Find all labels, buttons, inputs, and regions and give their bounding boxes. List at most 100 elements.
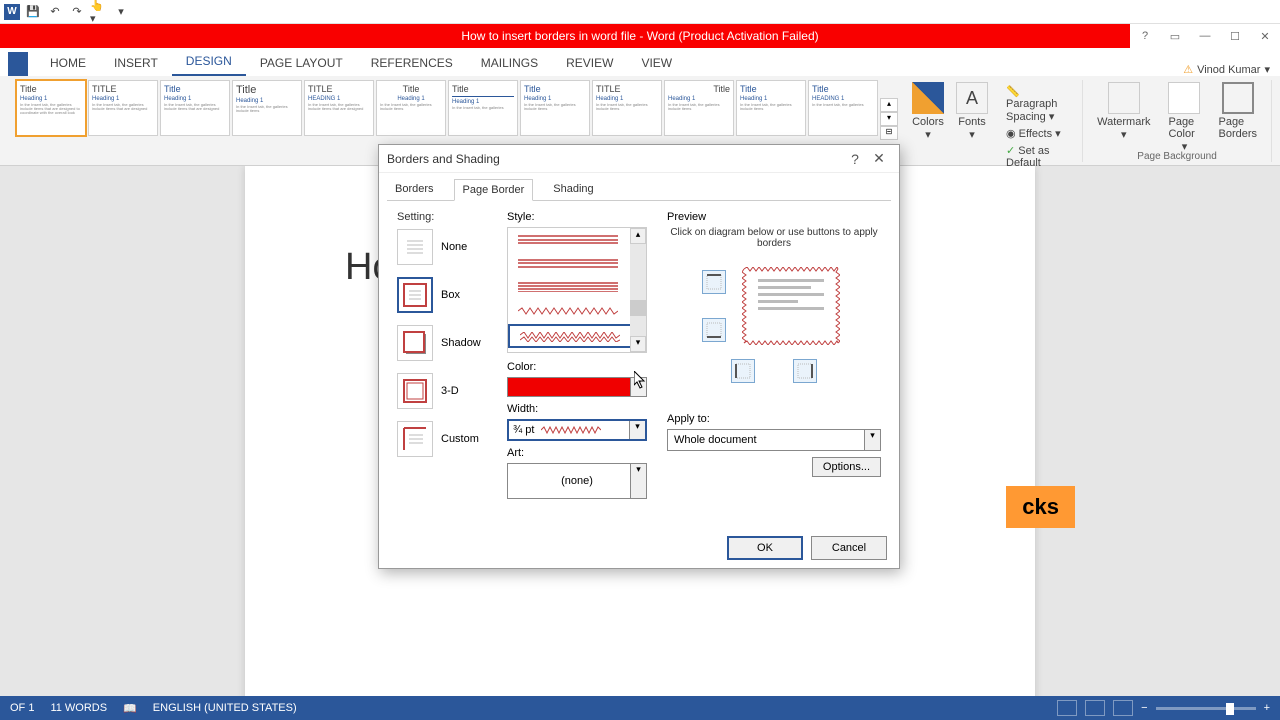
apply-to-dropdown[interactable]: Whole document▾ xyxy=(667,429,881,451)
tab-design[interactable]: DESIGN xyxy=(172,50,246,76)
tab-shading[interactable]: Shading xyxy=(545,179,601,201)
setting-3d[interactable]: 3-D xyxy=(397,373,497,409)
minimize-icon[interactable]: — xyxy=(1190,24,1220,48)
page-borders-button[interactable]: Page Borders xyxy=(1212,80,1263,155)
border-left-button[interactable] xyxy=(731,359,755,383)
window-title: How to insert borders in word file - Wor… xyxy=(461,29,818,43)
effects-button[interactable]: ◉ Effects ▾ xyxy=(1002,126,1074,141)
tab-review[interactable]: REVIEW xyxy=(552,52,627,76)
undo-icon[interactable]: ↶ xyxy=(46,3,64,21)
theme-item[interactable]: TitleHeading 1In the Insert tab, the gal… xyxy=(376,80,446,136)
theme-item[interactable]: TITLEHeading 1In the Insert tab, the gal… xyxy=(88,80,158,136)
ribbon-tabs: HOME INSERT DESIGN PAGE LAYOUT REFERENCE… xyxy=(0,48,1280,76)
theme-item[interactable]: TitleHeading 1In the Insert tab, the gal… xyxy=(160,80,230,136)
setting-box[interactable]: Box xyxy=(397,277,497,313)
width-label: Width: xyxy=(507,403,657,415)
dialog-tabs: Borders Page Border Shading xyxy=(379,173,899,201)
border-bottom-button[interactable] xyxy=(702,318,726,342)
colors-icon xyxy=(912,82,944,114)
tab-insert[interactable]: INSERT xyxy=(100,52,172,76)
chevron-down-icon: ▾ xyxy=(629,421,645,439)
dialog-help-icon[interactable]: ? xyxy=(843,151,867,167)
preview-diagram[interactable] xyxy=(736,261,846,351)
theme-item[interactable]: TitleHeading 1In the Insert tab, the gal… xyxy=(448,80,518,136)
redo-icon[interactable]: ↷ xyxy=(68,3,86,21)
tab-mailings[interactable]: MAILINGS xyxy=(467,52,552,76)
watermark-button[interactable]: Watermark▾ xyxy=(1091,80,1156,155)
width-dropdown[interactable]: ¾ pt ▾ xyxy=(507,419,647,441)
theme-item[interactable]: TITLEHeading 1In the Insert tab, the gal… xyxy=(592,80,662,136)
file-tab[interactable] xyxy=(8,52,28,76)
tab-page-border[interactable]: Page Border xyxy=(454,179,534,201)
options-button[interactable]: Options... xyxy=(812,457,881,477)
print-layout-icon[interactable] xyxy=(1085,700,1105,716)
border-right-button[interactable] xyxy=(793,359,817,383)
cancel-button[interactable]: Cancel xyxy=(811,536,887,560)
chevron-down-icon: ▾ xyxy=(630,378,646,396)
language-indicator[interactable]: ENGLISH (UNITED STATES) xyxy=(153,702,297,714)
tab-home[interactable]: HOME xyxy=(36,52,100,76)
tab-page-layout[interactable]: PAGE LAYOUT xyxy=(246,52,357,76)
design-options: 📏 Paragraph Spacing ▾ ◉ Effects ▾ ✓ Set … xyxy=(994,80,1082,161)
gallery-scroll[interactable]: ▴▾⊟ xyxy=(880,80,898,140)
art-dropdown[interactable]: (none)▾ xyxy=(507,463,647,499)
art-label: Art: xyxy=(507,447,657,459)
color-dropdown[interactable]: ▾ xyxy=(507,377,647,397)
maximize-icon[interactable]: ☐ xyxy=(1220,24,1250,48)
dialog-titlebar[interactable]: Borders and Shading ? ✕ xyxy=(379,145,899,173)
qat-customize-icon[interactable]: ▾ xyxy=(112,3,130,21)
touch-mode-icon[interactable]: 👆▾ xyxy=(90,3,108,21)
ok-button[interactable]: OK xyxy=(727,536,803,560)
themes-gallery[interactable]: TitleHeading 1In the Insert tab, the gal… xyxy=(16,80,898,140)
proofing-icon[interactable]: 📖 xyxy=(123,702,137,715)
paragraph-spacing-button[interactable]: 📏 Paragraph Spacing ▾ xyxy=(1002,84,1074,124)
close-icon[interactable]: ✕ xyxy=(1250,24,1280,48)
dialog-close-icon[interactable]: ✕ xyxy=(867,150,891,167)
theme-item[interactable]: TitleHeading 1In the Insert tab, the gal… xyxy=(16,80,86,136)
preview-hint: Click on diagram below or use buttons to… xyxy=(667,227,881,249)
scroll-down-icon[interactable]: ▾ xyxy=(630,336,646,352)
quick-access-toolbar: W 💾 ↶ ↷ 👆▾ ▾ xyxy=(0,0,1280,24)
colors-button[interactable]: Colors▾ xyxy=(906,80,950,161)
tab-borders[interactable]: Borders xyxy=(387,179,442,201)
style-listbox[interactable]: ▴▾ xyxy=(507,227,647,353)
theme-item[interactable]: TITLEHEADING 1In the Insert tab, the gal… xyxy=(304,80,374,136)
style-scrollbar[interactable]: ▴▾ xyxy=(630,228,646,352)
watermark-icon xyxy=(1108,82,1140,114)
dialog-title: Borders and Shading xyxy=(387,152,843,166)
zoom-slider[interactable] xyxy=(1156,707,1256,710)
word-app-icon[interactable]: W xyxy=(4,4,20,20)
read-mode-icon[interactable] xyxy=(1057,700,1077,716)
theme-item[interactable]: TitleHeading 1In the Insert tab, the gal… xyxy=(736,80,806,136)
borders-shading-dialog: Borders and Shading ? ✕ Borders Page Bor… xyxy=(378,144,900,569)
fonts-button[interactable]: A Fonts▾ xyxy=(950,80,994,161)
setting-none[interactable]: None xyxy=(397,229,497,265)
theme-item[interactable]: TitleHEADING 1In the Insert tab, the gal… xyxy=(808,80,878,136)
setting-shadow[interactable]: Shadow xyxy=(397,325,497,361)
tab-view[interactable]: VIEW xyxy=(627,52,686,76)
page-borders-icon xyxy=(1222,82,1254,114)
style-label: Style: xyxy=(507,211,657,223)
word-count[interactable]: 11 WORDS xyxy=(50,702,107,714)
theme-item[interactable]: TitleHeading 1In the Insert tab, the gal… xyxy=(664,80,734,136)
border-top-button[interactable] xyxy=(702,270,726,294)
title-bar: How to insert borders in word file - Wor… xyxy=(0,24,1280,48)
user-label[interactable]: Vinod Kumar ▾ xyxy=(1183,63,1270,76)
preview-label: Preview xyxy=(667,211,881,223)
setting-custom[interactable]: Custom xyxy=(397,421,497,457)
ribbon-display-icon[interactable]: ▭ xyxy=(1160,24,1190,48)
help-icon[interactable]: ? xyxy=(1130,24,1160,48)
zoom-in-icon[interactable]: + xyxy=(1264,702,1270,714)
theme-item[interactable]: TitleHeading 1In the Insert tab, the gal… xyxy=(232,80,302,136)
fonts-icon: A xyxy=(956,82,988,114)
chevron-down-icon: ▾ xyxy=(630,464,646,498)
web-layout-icon[interactable] xyxy=(1113,700,1133,716)
save-icon[interactable]: 💾 xyxy=(24,3,42,21)
page-color-button[interactable]: Page Color▾ xyxy=(1162,80,1206,155)
theme-item[interactable]: TitleHeading 1In the Insert tab, the gal… xyxy=(520,80,590,136)
page-indicator[interactable]: OF 1 xyxy=(10,702,34,714)
scroll-up-icon[interactable]: ▴ xyxy=(630,228,646,244)
tab-references[interactable]: REFERENCES xyxy=(357,52,467,76)
zoom-out-icon[interactable]: − xyxy=(1141,702,1147,714)
chevron-down-icon: ▾ xyxy=(864,430,880,450)
